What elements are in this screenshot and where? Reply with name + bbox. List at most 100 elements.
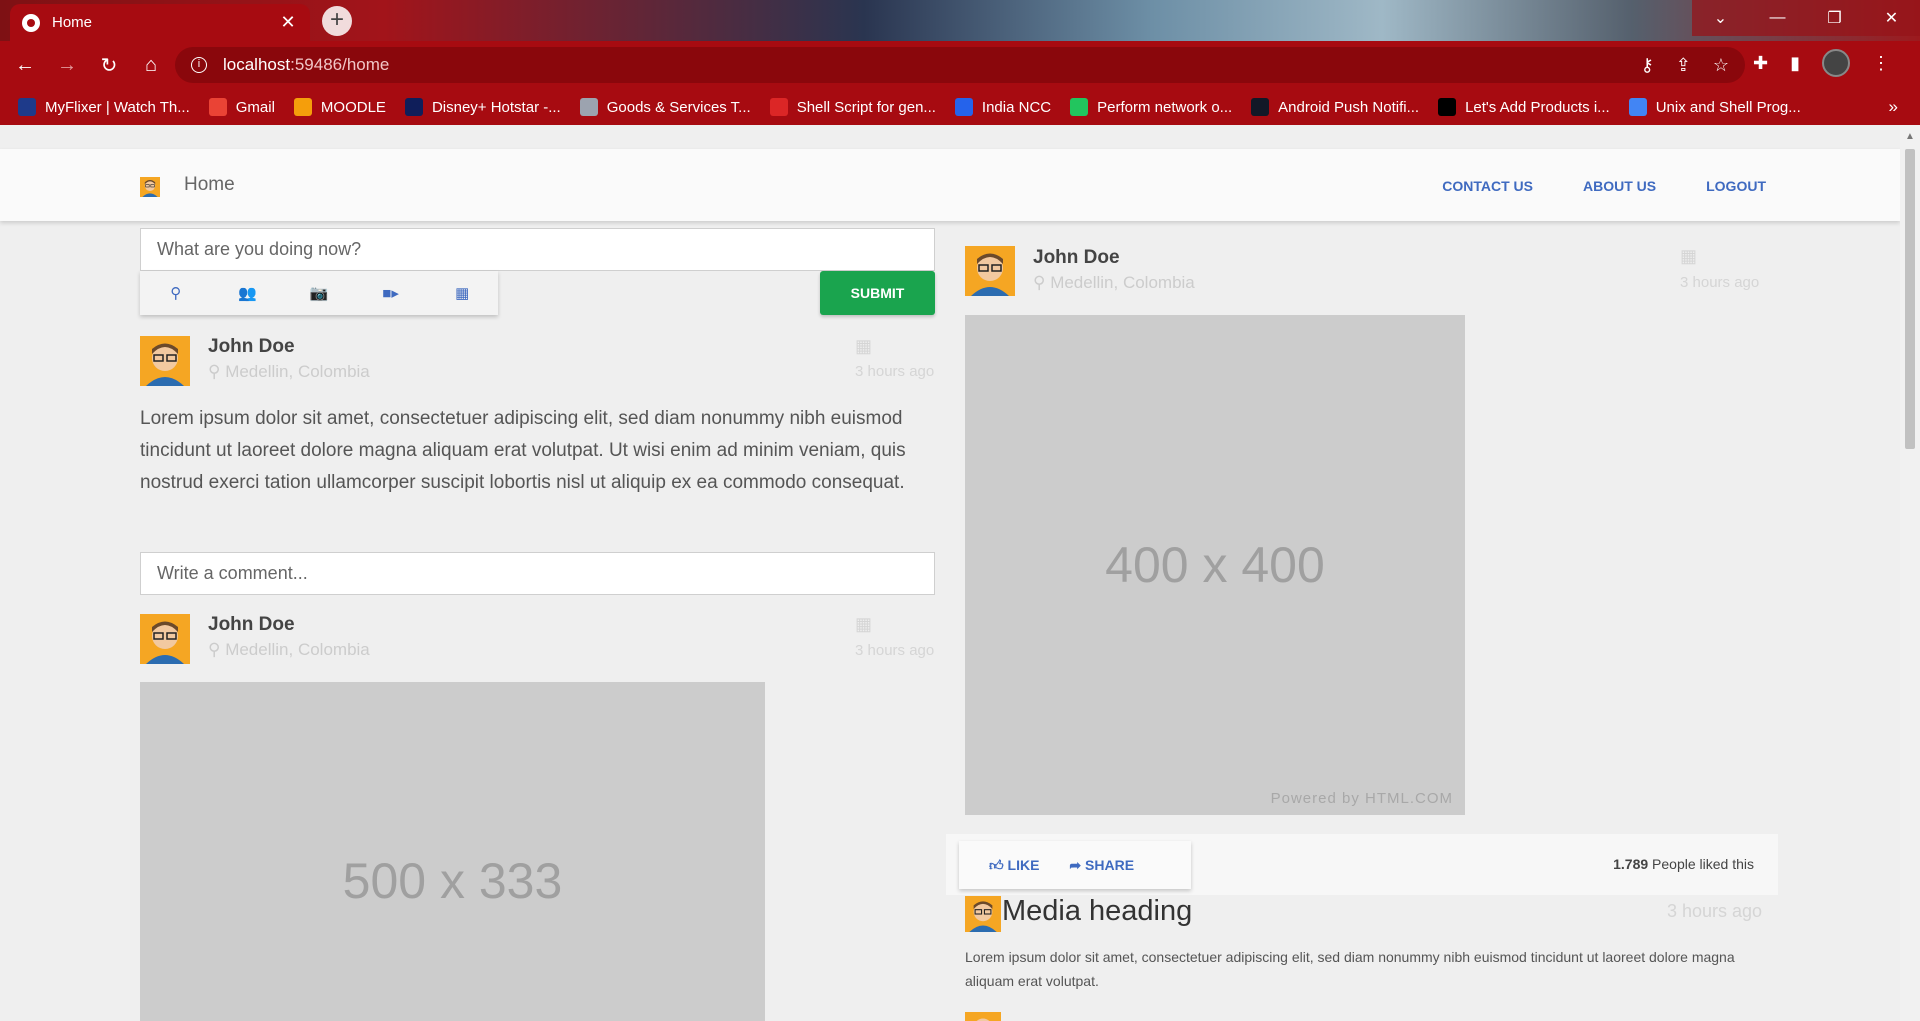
bookmark-item[interactable]: India NCC [954,98,1051,116]
likes-suffix: People liked this [1652,856,1754,872]
post-author[interactable]: John Doe [1033,247,1120,269]
reload-icon[interactable]: ↻ [92,48,126,82]
image-size-label: 400 x 400 [1105,537,1325,593]
bookmark-label: Android Push Notifi... [1278,98,1420,116]
more-bookmarks-icon[interactable]: » [1889,97,1898,117]
forward-icon[interactable]: → [50,48,84,82]
bookmark-favicon-icon [18,98,36,116]
tab-title: Home [52,14,93,31]
submit-button[interactable]: SUBMIT [820,271,935,315]
location-icon[interactable]: ⚲ [140,284,212,302]
bookmark-item[interactable]: Let's Add Products i... [1438,98,1610,116]
nav-links: CONTACT US ABOUT US LOGOUT [1442,178,1766,194]
browser-toolbar: ← → ↻ ⌂ i localhost:59486/home ⚷ ⇪ ☆ ✚ ▮… [0,41,1920,89]
url-host: localhost [223,55,291,74]
nav-contact-us[interactable]: CONTACT US [1442,178,1533,194]
close-window-button[interactable]: ✕ [1863,0,1920,36]
home-icon[interactable]: ⌂ [134,48,168,82]
nav-logout[interactable]: LOGOUT [1706,178,1766,194]
scrollbar-thumb[interactable] [1905,149,1915,449]
likes-count: 1.789 [1613,856,1649,872]
people-icon[interactable]: 👥 [212,284,284,302]
minimize-button[interactable]: — [1749,0,1806,36]
bookmark-favicon-icon [769,98,788,116]
post-action-bar: 👍︎ LIKE ➦ SHARE 1.789 People liked this [946,834,1778,895]
calendar-icon: ▦ [855,336,873,356]
scroll-up-icon[interactable]: ▲ [1905,131,1915,142]
avatar [965,246,1015,296]
address-bar[interactable]: i localhost:59486/home ⚷ ⇪ ☆ [175,47,1745,83]
url-path: :59486/home [290,55,390,74]
bookmark-item[interactable]: Gmail [208,98,275,116]
powered-by-text: Powered by HTML.COM [1270,790,1453,807]
post-location-text: Medellin, Colombia [225,362,370,381]
avatar [140,336,190,386]
composer-toolbar: ⚲ 👥 📷 ■▸ ▦ [140,271,498,315]
bookmark-favicon-icon [1251,98,1270,116]
page-viewport: Home CONTACT US ABOUT US LOGOUT What are… [0,125,1900,1021]
post-author[interactable]: John Doe [208,614,295,636]
like-button[interactable]: 👍︎ LIKE [989,857,1039,874]
post-location-text: Medellin, Colombia [225,640,370,659]
avatar [965,896,1001,932]
page-scrollbar[interactable]: ▲ [1900,125,1920,1021]
post-body: Lorem ipsum dolor sit amet, consectetuer… [140,408,906,493]
media-time: 3 hours ago [1667,901,1763,921]
likes-summary: 1.789 People liked this [1613,856,1754,872]
video-icon[interactable]: ■▸ [355,284,427,302]
new-tab-button[interactable]: + [322,6,352,36]
camera-icon[interactable]: 📷 [283,284,355,302]
close-tab-icon[interactable]: ✕ [278,12,298,33]
profile-avatar[interactable] [1822,49,1850,77]
brand-link[interactable]: Home [184,174,235,196]
bookmark-item[interactable]: Perform network o... [1070,98,1232,116]
bookmark-label: Gmail [235,98,275,116]
media-heading: Media heading [1002,895,1193,927]
extensions-icon[interactable]: ✚ [1753,53,1768,74]
brand-avatar-icon[interactable] [140,177,160,197]
side-panel-icon[interactable]: ▮ [1790,53,1800,74]
post-location: ⚲ Medellin, Colombia [208,362,370,381]
bookmark-item[interactable]: Shell Script for gen... [769,98,936,116]
browser-titlebar: Home ✕ + ⌄ — ❐ ✕ [0,0,1920,41]
bookmark-label: Goods & Services T... [606,98,751,116]
browser-tab-home[interactable]: Home ✕ [10,4,310,41]
bookmark-favicon-icon [1070,98,1089,116]
bookmark-item[interactable]: Disney+ Hotstar -... [404,98,561,116]
bookmark-favicon-icon [954,98,973,116]
share-icon: ➦ [1069,856,1082,873]
bookmark-item[interactable]: Goods & Services T... [579,98,751,116]
bookmark-label: Perform network o... [1097,98,1233,116]
nav-about-us[interactable]: ABOUT US [1583,178,1656,194]
post-location: ⚲ Medellin, Colombia [208,640,370,659]
bookmark-item[interactable]: Unix and Shell Prog... [1628,98,1801,116]
bookmark-label: MOODLE [320,98,386,116]
bookmark-favicon-icon [1438,98,1457,116]
share-page-icon[interactable]: ⇪ [1676,55,1691,76]
menu-icon[interactable]: ⋮ [1872,53,1890,74]
media-body: Lorem ipsum dolor sit amet, consectetuer… [965,949,1735,989]
site-info-icon[interactable]: i [191,57,207,73]
bookmark-label: Shell Script for gen... [796,98,936,116]
share-label: SHARE [1085,856,1135,873]
back-icon[interactable]: ← [8,48,42,82]
calendar-icon[interactable]: ▦ [426,284,498,302]
restore-button[interactable]: ❐ [1806,0,1863,36]
avatar [140,614,190,664]
avatar [965,1012,1001,1021]
like-label: LIKE [1007,856,1040,873]
status-input[interactable]: What are you doing now? [140,228,935,271]
bookmark-star-icon[interactable]: ☆ [1713,55,1729,76]
bookmark-item[interactable]: MyFlixer | Watch Th... [18,98,190,116]
post-author[interactable]: John Doe [208,336,295,358]
bookmark-item[interactable]: Android Push Notifi... [1251,98,1419,116]
action-buttons: 👍︎ LIKE ➦ SHARE [959,841,1191,889]
key-icon[interactable]: ⚷ [1641,55,1654,76]
share-button[interactable]: ➦ SHARE [1069,857,1134,874]
calendar-icon: ▦ [1680,246,1698,266]
comment-input[interactable]: Write a comment... [140,552,935,595]
post-location: ⚲ Medellin, Colombia [1033,273,1195,292]
globe-icon [22,13,40,32]
bookmark-item[interactable]: MOODLE [293,98,386,116]
tab-search-icon[interactable]: ⌄ [1692,0,1749,36]
